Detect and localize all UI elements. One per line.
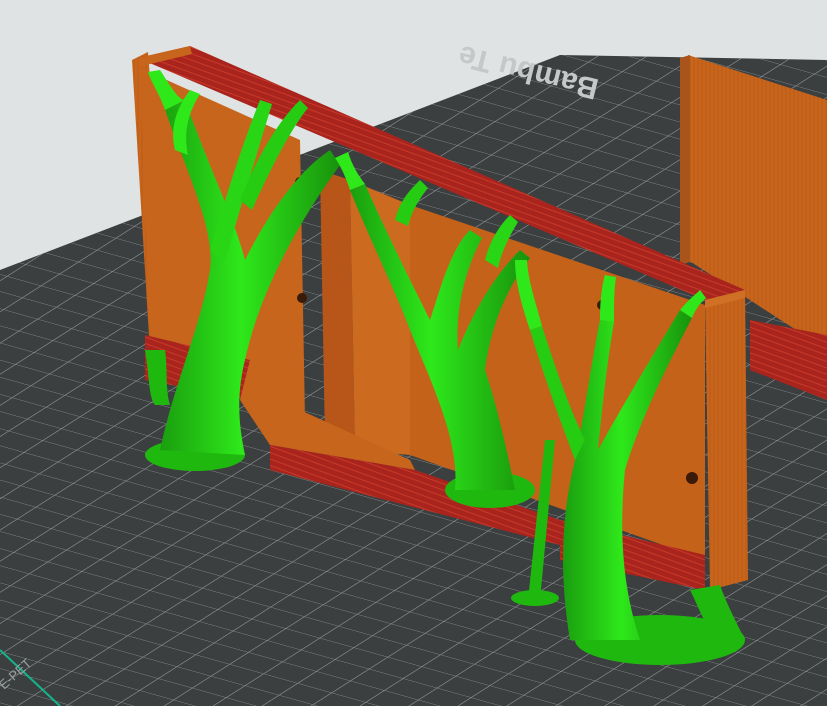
mount-hole: [686, 472, 698, 484]
3d-viewport[interactable]: Bambu Te E-PET: [0, 0, 827, 706]
mount-hole: [297, 293, 307, 303]
